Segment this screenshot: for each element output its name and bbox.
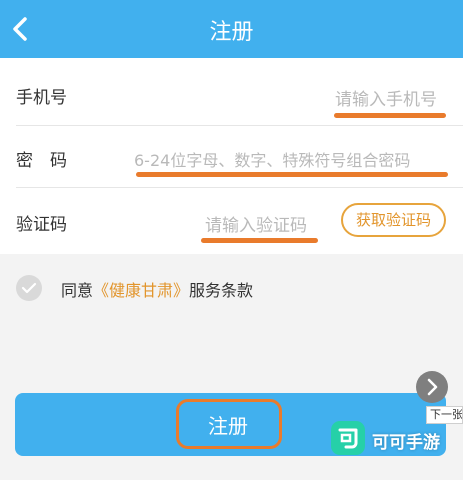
terms-link[interactable]: 《健康甘肃》 <box>93 281 189 300</box>
phone-underline-mark <box>334 113 446 118</box>
phone-row: 手机号 请输入手机号 <box>0 64 463 126</box>
code-input[interactable]: 请输入验证码 <box>205 211 307 236</box>
agree-checkbox[interactable] <box>16 275 42 301</box>
highlight-box <box>176 399 282 449</box>
password-row: 密 码 6-24位字母、数字、特殊符号组合密码 <box>0 126 463 188</box>
next-tooltip: 下一张 <box>426 406 463 424</box>
phone-input[interactable]: 请输入手机号 <box>335 85 437 110</box>
agreement-text: 同意《健康甘肃》服务条款 <box>61 277 253 301</box>
get-code-button[interactable]: 获取验证码 <box>341 203 446 237</box>
watermark-text: 可可手游 <box>372 433 440 453</box>
password-label: 密 码 <box>16 151 67 171</box>
phone-label: 手机号 <box>16 88 67 108</box>
code-label: 验证码 <box>16 215 67 235</box>
chevron-right-icon <box>427 378 438 396</box>
next-image-button[interactable] <box>416 371 448 403</box>
watermark-logo-icon <box>331 421 365 455</box>
agreement-prefix: 同意 <box>61 281 94 300</box>
header-bar: 注册 <box>0 0 463 58</box>
page-title: 注册 <box>209 20 254 45</box>
agreement-suffix: 服务条款 <box>189 281 254 300</box>
code-underline-mark <box>201 238 318 243</box>
password-underline-mark <box>136 172 448 177</box>
check-icon <box>21 282 37 294</box>
password-input[interactable]: 6-24位字母、数字、特殊符号组合密码 <box>134 147 410 171</box>
